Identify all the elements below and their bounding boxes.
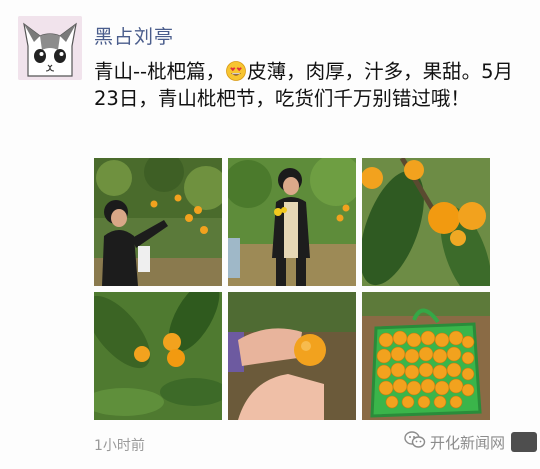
photo-loquats-on-tree[interactable] bbox=[94, 292, 222, 420]
post-timestamp: 1小时前 bbox=[94, 438, 145, 454]
wechat-icon bbox=[404, 431, 426, 453]
heart-eyes-emoji-icon bbox=[226, 61, 246, 81]
photo-loquat-basket[interactable] bbox=[362, 292, 490, 420]
watermark-text: 开化新闻网 bbox=[430, 433, 506, 452]
watermark-badge-icon bbox=[511, 432, 538, 452]
username[interactable]: 黑占刘亭 bbox=[94, 22, 174, 49]
post-text-part-1: 青山--枇杷篇， bbox=[94, 60, 226, 83]
photo-grid bbox=[94, 158, 490, 420]
photo-woman-picking-loquats[interactable] bbox=[94, 158, 222, 286]
post-text: 青山--枇杷篇， 皮薄，肉厚，汁多，果甜。5月23日，青山枇杷节，吃货们千万别错过… bbox=[94, 58, 514, 112]
photo-loquat-in-hand[interactable] bbox=[228, 292, 356, 420]
watermark: 开化新闻网 bbox=[404, 430, 538, 454]
avatar[interactable] bbox=[18, 16, 82, 80]
photo-woman-in-orchard[interactable] bbox=[228, 158, 356, 286]
moments-post: 黑占刘亭 青山--枇杷篇， 皮薄，肉厚，汁多，果甜。5月23日，青山枇杷节，吃货们… bbox=[0, 0, 540, 469]
photo-loquat-branch[interactable] bbox=[362, 158, 490, 286]
